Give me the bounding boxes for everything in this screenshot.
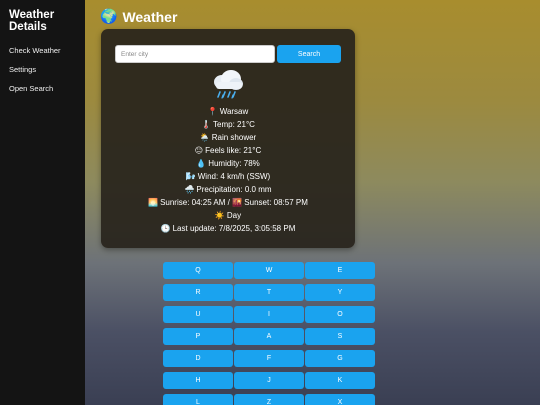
- feels-like-line: 😐 Feels like: 21°C: [101, 144, 355, 157]
- location-line: 📍 Warsaw: [101, 105, 355, 118]
- sidebar-item-open-search[interactable]: Open Search: [9, 84, 85, 93]
- key-u[interactable]: U: [163, 306, 233, 323]
- thermometer-icon: 🌡️: [201, 120, 212, 129]
- key-t[interactable]: T: [234, 284, 304, 301]
- key-o[interactable]: O: [305, 306, 375, 323]
- keyboard-row: R T Y: [163, 284, 377, 301]
- sun-icon: ☀️: [214, 211, 225, 220]
- weather-card: Search 📍Warsaw 🌡️Temp: 21°C 🌦️Rain showe…: [101, 29, 355, 248]
- keyboard-row: L Z X: [163, 394, 377, 405]
- key-x[interactable]: X: [305, 394, 375, 405]
- precipitation-text: Precipitation: 0.0 mm: [196, 185, 272, 194]
- keyboard-row: P A S: [163, 328, 377, 345]
- key-y[interactable]: Y: [305, 284, 375, 301]
- wind-line: 🌬️ Wind: 4 km/h (SSW): [101, 170, 355, 183]
- keyboard-row: H J K: [163, 372, 377, 389]
- search-button[interactable]: Search: [277, 45, 341, 63]
- clock-icon: 🕒: [160, 224, 171, 233]
- rain-cloud-icon: [214, 70, 243, 99]
- daytime-text: Day: [226, 211, 242, 220]
- rain-icon: 🌧️: [184, 185, 195, 194]
- key-z[interactable]: Z: [234, 394, 304, 405]
- condition-line: 🌦️ Rain shower: [101, 131, 355, 144]
- weather-info: 📍 Warsaw 🌡️ Temp: 21°C 🌦️ Rain shower 😐 Feel…: [101, 105, 355, 235]
- condition-text: Rain shower: [211, 133, 257, 142]
- sidebar: Weather Details Check Weather Settings O…: [0, 0, 85, 405]
- key-r[interactable]: R: [163, 284, 233, 301]
- key-i[interactable]: I: [234, 306, 304, 323]
- location-text: Warsaw: [219, 107, 249, 116]
- humidity-line: 💧 Humidity: 78%: [101, 157, 355, 170]
- key-p[interactable]: P: [163, 328, 233, 345]
- sunrise-icon: 🌅: [148, 198, 159, 207]
- key-f[interactable]: F: [234, 350, 304, 367]
- sidebar-title: Weather Details: [9, 9, 55, 33]
- globe-icon: 🌍: [100, 8, 118, 24]
- keyboard-row: U I O: [163, 306, 377, 323]
- keyboard-row: Q W E: [163, 262, 377, 279]
- on-screen-keyboard: Q W E R T Y U I O P A S D F G H J K L Z …: [163, 262, 377, 405]
- city-search-input[interactable]: [115, 45, 275, 63]
- key-l[interactable]: L: [163, 394, 233, 405]
- key-a[interactable]: A: [234, 328, 304, 345]
- sidebar-item-settings[interactable]: Settings: [9, 65, 85, 74]
- temperature-line: 🌡️ Temp: 21°C: [101, 118, 355, 131]
- face-icon: 😐: [194, 146, 204, 155]
- key-q[interactable]: Q: [163, 262, 233, 279]
- wind-text: Wind: 4 km/h (SSW): [197, 172, 271, 181]
- key-s[interactable]: S: [305, 328, 375, 345]
- key-j[interactable]: J: [234, 372, 304, 389]
- wind-icon: 🌬️: [185, 172, 196, 181]
- page-title: Weather: [122, 8, 178, 25]
- droplet-icon: 💧: [196, 159, 207, 168]
- key-w[interactable]: W: [234, 262, 304, 279]
- precipitation-line: 🌧️ Precipitation: 0.0 mm: [101, 183, 355, 196]
- key-k[interactable]: K: [305, 372, 375, 389]
- sidebar-item-check-weather[interactable]: Check Weather: [9, 46, 85, 55]
- key-d[interactable]: D: [163, 350, 233, 367]
- key-h[interactable]: H: [163, 372, 233, 389]
- daytime-line: ☀️ Day: [101, 209, 355, 222]
- key-e[interactable]: E: [305, 262, 375, 279]
- last-update-text: Last update: 7/8/2025, 3:05:58 PM: [172, 224, 296, 233]
- page-header: 🌍 Weather: [100, 8, 177, 25]
- last-update-line: 🕒 Last update: 7/8/2025, 3:05:58 PM: [101, 222, 355, 235]
- keyboard-row: D F G: [163, 350, 377, 367]
- humidity-text: Humidity: 78%: [208, 159, 260, 168]
- feels-like-text: Feels like: 21°C: [205, 146, 262, 155]
- sun-cloud-icon: 🌦️: [199, 133, 210, 142]
- sun-times-line: 🌅 Sunrise: 04:25 AM / 🌇 Sunset: 08:57 PM: [101, 196, 355, 209]
- temperature-text: Temp: 21°C: [213, 120, 255, 129]
- pin-icon: 📍: [207, 107, 218, 116]
- sun-times-text: Sunrise: 04:25 AM / 🌇 Sunset: 08:57 PM: [160, 198, 308, 207]
- key-g[interactable]: G: [305, 350, 375, 367]
